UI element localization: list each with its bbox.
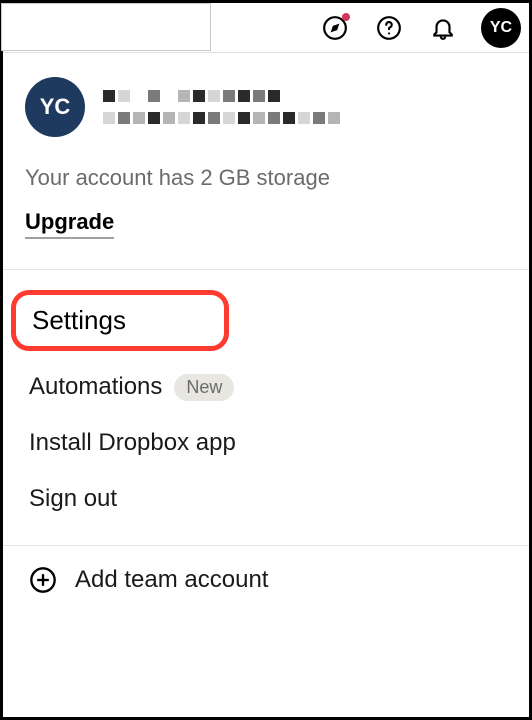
storage-text: Your account has 2 GB storage <box>25 165 507 191</box>
profile-name-area <box>103 90 340 124</box>
menu-item-signout[interactable]: Sign out <box>25 471 507 527</box>
profile-name-redacted <box>103 90 340 102</box>
profile-row: YC <box>25 77 507 137</box>
divider <box>3 269 529 270</box>
avatar-button[interactable]: YC <box>481 8 521 48</box>
new-badge: New <box>174 374 234 401</box>
account-menu: Settings Automations New Install Dropbox… <box>25 282 507 614</box>
add-team-label: Add team account <box>75 566 268 594</box>
menu-item-settings[interactable]: Settings <box>32 305 126 335</box>
automations-label: Automations <box>29 373 162 401</box>
avatar: YC <box>25 77 85 137</box>
menu-item-automations[interactable]: Automations New <box>25 359 507 415</box>
upgrade-link[interactable]: Upgrade <box>25 209 114 239</box>
install-label: Install Dropbox app <box>29 429 236 457</box>
menu-item-add-team[interactable]: Add team account <box>25 546 507 614</box>
profile-email-redacted <box>103 112 340 124</box>
search-input[interactable] <box>1 3 211 51</box>
notification-dot-icon <box>342 13 350 21</box>
explore-icon[interactable] <box>317 10 353 46</box>
account-panel: YC Your account has 2 GB storage Upgrade… <box>3 53 529 614</box>
settings-highlight: Settings <box>11 290 229 351</box>
plus-circle-icon <box>29 566 57 594</box>
signout-label: Sign out <box>29 485 117 513</box>
topbar: YC <box>3 3 529 53</box>
help-icon[interactable] <box>371 10 407 46</box>
menu-item-install[interactable]: Install Dropbox app <box>25 415 507 471</box>
bell-icon[interactable] <box>425 10 461 46</box>
